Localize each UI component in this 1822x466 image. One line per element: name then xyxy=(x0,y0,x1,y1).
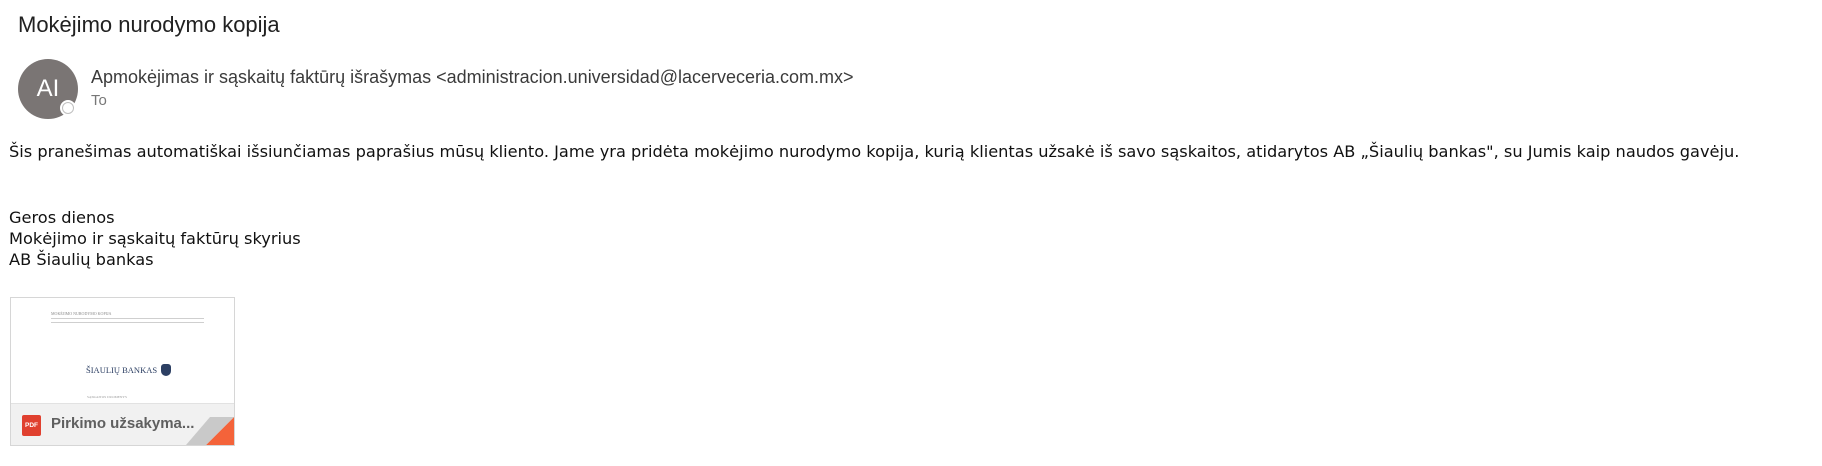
bank-logo: ŠIAULIŲ BANKAS xyxy=(86,364,172,376)
preview-rule xyxy=(51,318,204,319)
bank-logo-text: ŠIAULIŲ BANKAS xyxy=(86,365,158,375)
email-body-paragraph: Šis pranešimas automatiškai išsiunčiamas… xyxy=(9,142,1740,161)
preview-footer-text: SĄSKAITOS DUOMENYS xyxy=(87,395,127,399)
pdf-file-icon: PDF xyxy=(22,415,41,436)
presence-status-icon xyxy=(60,100,76,116)
attachment-preview[interactable]: MOKĖJIMO NURODYMO KOPIJA ŠIAULIŲ BANKAS … xyxy=(11,298,234,406)
signature-bank: AB Šiaulių bankas xyxy=(9,250,154,269)
attachment-file-name[interactable]: Pirkimo užsakyma... xyxy=(51,415,194,432)
attachment-corner-fold-icon xyxy=(186,417,234,445)
preview-header-text: MOKĖJIMO NURODYMO KOPIJA xyxy=(51,311,112,316)
sender-name-address[interactable]: Apmokėjimas ir sąskaitų faktūrų išrašyma… xyxy=(91,67,854,88)
bank-crest-icon xyxy=(161,364,172,376)
signature-department: Mokėjimo ir sąskaitų faktūrų skyrius xyxy=(9,229,301,248)
email-subject: Mokėjimo nurodymo kopija xyxy=(18,12,280,37)
attachment-card[interactable]: MOKĖJIMO NURODYMO KOPIJA ŠIAULIŲ BANKAS … xyxy=(10,297,235,446)
recipient-to-label[interactable]: To xyxy=(91,92,107,109)
preview-rule xyxy=(51,322,204,323)
signature-greeting: Geros dienos xyxy=(9,208,115,227)
